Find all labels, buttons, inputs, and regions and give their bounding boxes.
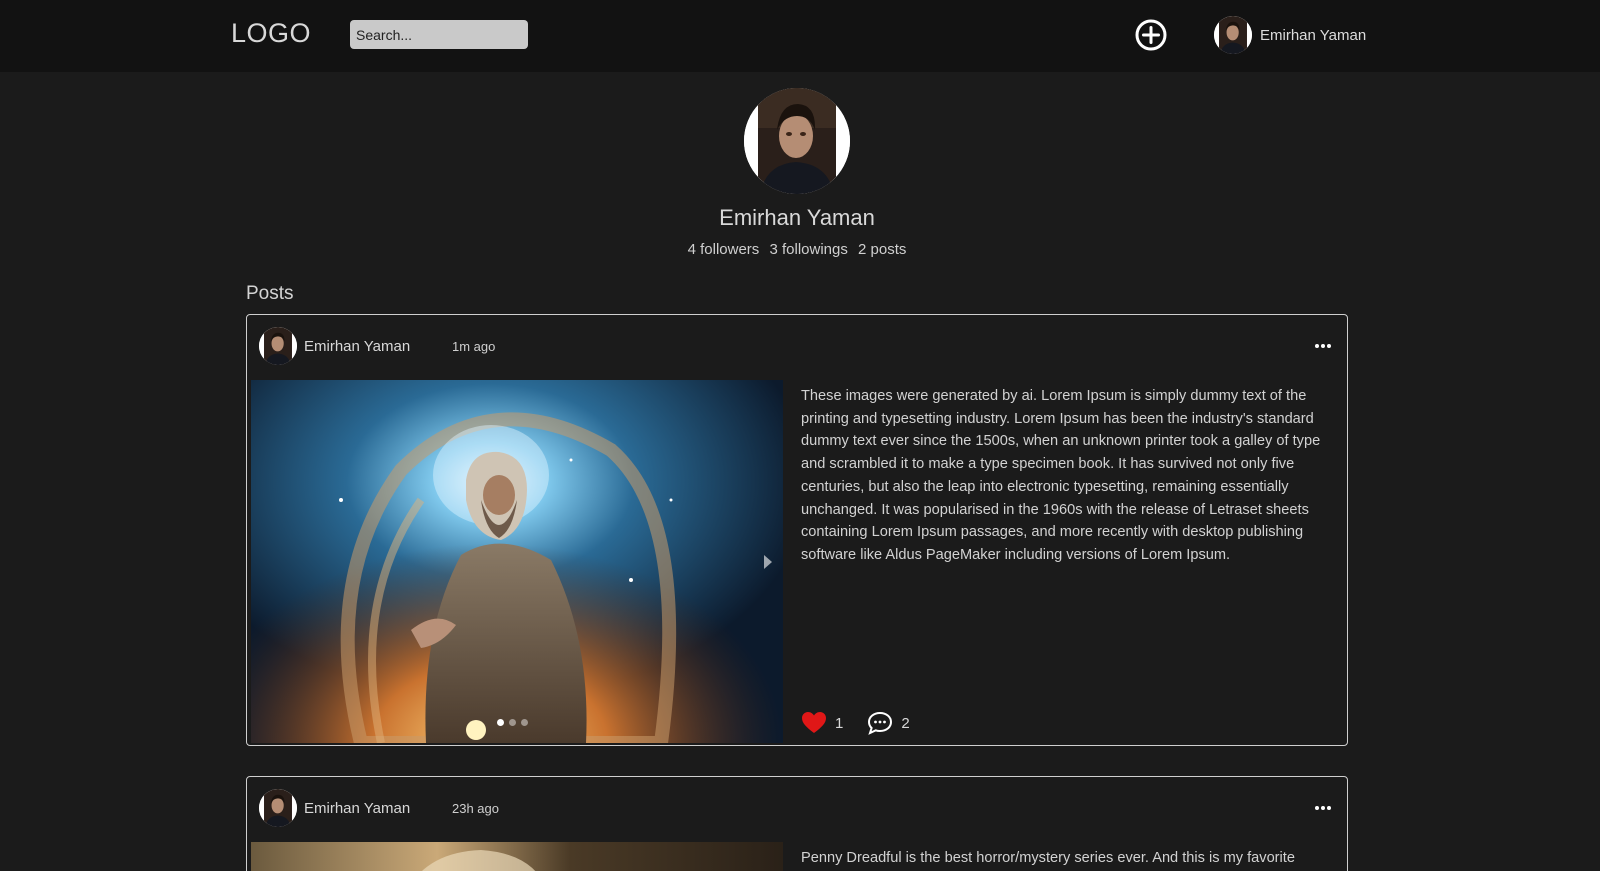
heart-icon [802, 712, 826, 733]
user-menu[interactable]: Emirhan Yaman [1214, 16, 1366, 54]
search-input[interactable] [350, 20, 528, 49]
post-image [251, 842, 783, 871]
profile-avatar [744, 88, 850, 194]
avatar [1214, 16, 1252, 54]
post-timestamp: 23h ago [452, 800, 499, 816]
carousel-indicators [497, 719, 528, 726]
comment-count: 2 [901, 714, 910, 732]
post-card: Emirhan Yaman 1m ago These images were g… [246, 314, 1348, 746]
chevron-right-icon [764, 555, 772, 569]
comment-button[interactable]: 2 [867, 711, 910, 735]
post-timestamp: 1m ago [452, 338, 496, 354]
post-card: Emirhan Yaman 23h ago Penny Dreadful is … [246, 776, 1348, 871]
logo[interactable]: LOGO [231, 18, 311, 49]
like-count: 1 [835, 714, 844, 732]
post-actions: 1 2 [801, 711, 934, 735]
post-header: Emirhan Yaman 1m ago [259, 327, 1335, 365]
post-image-carousel[interactable] [251, 842, 783, 871]
ellipsis-icon [1315, 344, 1331, 348]
post-image [251, 380, 783, 743]
followings-count[interactable]: 3 followings [769, 241, 847, 258]
posts-count: 2 posts [858, 241, 907, 258]
post-image-carousel[interactable] [251, 380, 783, 743]
carousel-next-button[interactable] [761, 552, 775, 572]
post-text: Penny Dreadful is the best horror/myster… [801, 850, 1295, 866]
add-post-button[interactable] [1135, 19, 1167, 51]
carousel-dot[interactable] [521, 719, 528, 726]
post-text: These images were generated by ai. Lorem… [801, 388, 1321, 563]
carousel-dot[interactable] [497, 719, 504, 726]
ellipsis-icon [1315, 806, 1331, 810]
followers-count[interactable]: 4 followers [688, 241, 760, 258]
profile-stats: 4 followers 3 followings 2 posts [0, 241, 1594, 258]
post-author-name[interactable]: Emirhan Yaman [304, 338, 452, 355]
post-options-button[interactable] [1311, 799, 1335, 817]
carousel-dot[interactable] [509, 719, 516, 726]
profile-name: Emirhan Yaman [719, 205, 875, 230]
top-navbar: LOGO Emirhan Yaman [0, 0, 1600, 72]
post-options-button[interactable] [1311, 337, 1335, 355]
user-name: Emirhan Yaman [1260, 26, 1367, 44]
comment-icon [868, 711, 893, 735]
post-author-avatar[interactable] [259, 327, 297, 365]
like-button[interactable]: 1 [801, 711, 843, 735]
post-header: Emirhan Yaman 23h ago [259, 789, 1335, 827]
posts-heading: Posts [246, 283, 294, 304]
plus-circle-icon [1135, 19, 1167, 51]
post-author-name[interactable]: Emirhan Yaman [304, 800, 452, 817]
post-author-avatar[interactable] [259, 789, 297, 827]
